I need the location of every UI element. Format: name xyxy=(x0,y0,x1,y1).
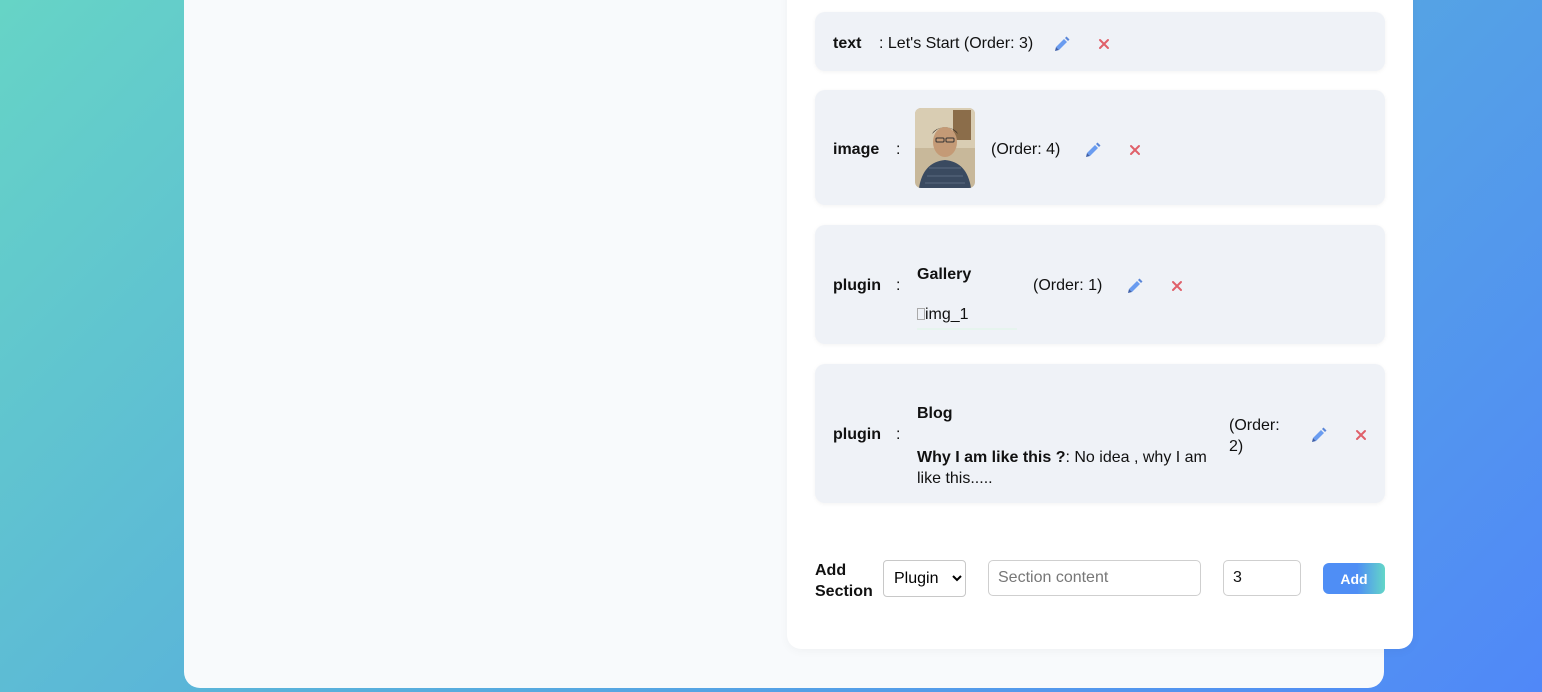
blog-post: Why I am like this ?: No idea , why I am… xyxy=(917,447,1217,489)
plugin-title: Blog xyxy=(917,405,953,422)
blog-post-title: Why I am like this ? xyxy=(917,449,1066,466)
gallery-image-alt: img_1 xyxy=(925,306,969,323)
label-line: Section xyxy=(815,583,873,600)
order-line: 2) xyxy=(1229,438,1244,455)
section-type: text xyxy=(833,35,862,52)
gallery-image-broken: img_1 xyxy=(917,306,1017,330)
pencil-icon[interactable] xyxy=(1310,425,1328,443)
close-icon[interactable] xyxy=(1355,429,1367,441)
section-colon: : xyxy=(896,426,901,443)
section-type: plugin xyxy=(833,426,881,443)
section-content-input[interactable] xyxy=(988,560,1201,596)
order-line: (Order: xyxy=(1229,417,1280,434)
pencil-icon[interactable] xyxy=(1084,140,1102,158)
section-content: : Let's Start (Order: 3) xyxy=(879,35,1034,52)
section-type-select[interactable]: Plugin xyxy=(883,560,966,597)
pencil-icon[interactable] xyxy=(1126,276,1144,294)
section-colon: : xyxy=(896,277,901,294)
section-order-input[interactable] xyxy=(1223,560,1301,596)
broken-image-icon xyxy=(917,308,925,320)
close-icon[interactable] xyxy=(1171,280,1183,292)
add-button[interactable]: Add xyxy=(1323,563,1385,594)
section-order: (Order: 4) xyxy=(991,141,1061,158)
section-colon: : xyxy=(896,141,901,158)
section-type: image xyxy=(833,141,880,158)
section-type: plugin xyxy=(833,277,881,294)
pencil-icon[interactable] xyxy=(1053,34,1071,52)
close-icon[interactable] xyxy=(1129,144,1141,156)
label-line: Add xyxy=(815,562,847,579)
section-order: (Order: 2) xyxy=(1229,415,1280,457)
add-section-label: Add Section xyxy=(815,560,873,602)
close-icon[interactable] xyxy=(1098,38,1110,50)
section-order: (Order: 1) xyxy=(1033,277,1103,294)
plugin-title: Gallery xyxy=(917,266,972,283)
section-image-thumbnail xyxy=(915,108,975,188)
